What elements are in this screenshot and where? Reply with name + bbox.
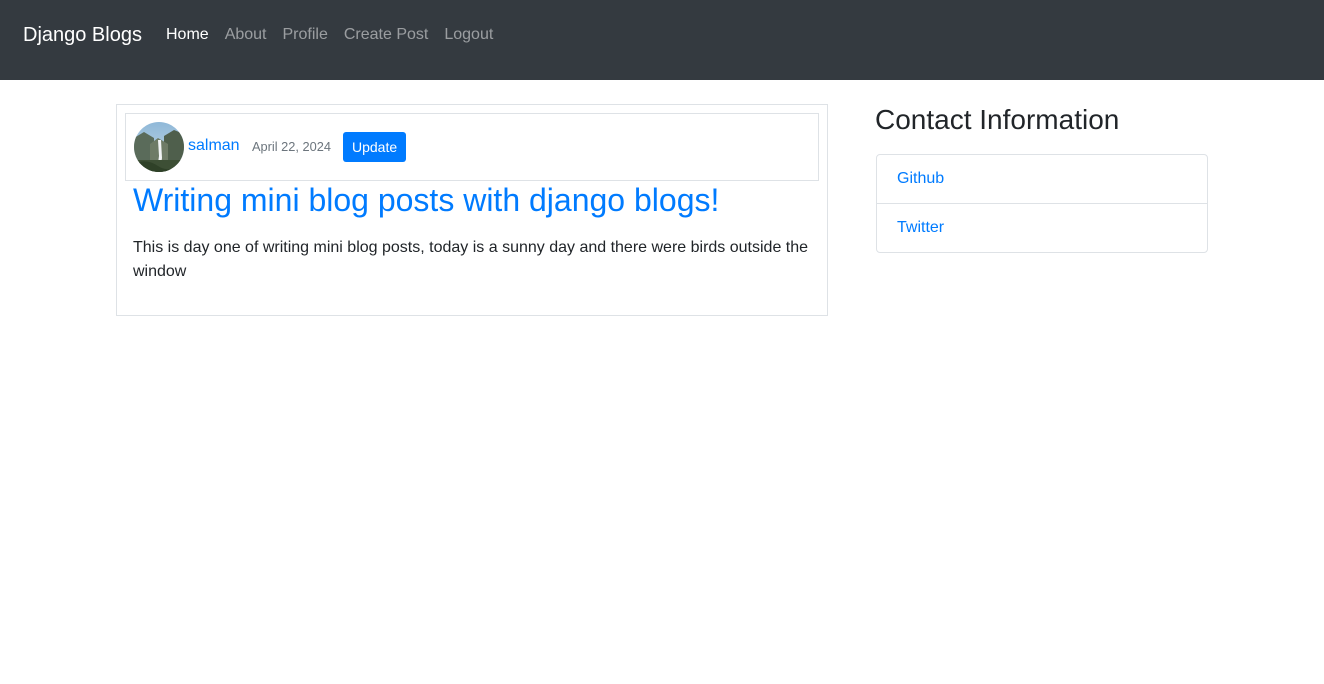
nav-link-about[interactable]: About [217, 26, 275, 44]
brand-link[interactable]: Django Blogs [23, 24, 142, 47]
nav-link-home[interactable]: Home [158, 26, 217, 44]
author-avatar [134, 122, 184, 172]
author-link[interactable]: salman [188, 137, 240, 155]
contact-heading: Contact Information [875, 104, 1120, 135]
post-content: This is day one of writing mini blog pos… [133, 239, 809, 280]
post-title[interactable]: Writing mini blog posts with django blog… [133, 182, 719, 219]
post-date: April 22, 2024 [252, 139, 331, 154]
contact-list: Github Twitter [876, 154, 1208, 253]
update-button[interactable]: Update [343, 132, 407, 162]
contact-link-github[interactable]: Github [877, 155, 1207, 203]
nav-link-profile[interactable]: Profile [275, 26, 336, 44]
nav-link-create-post[interactable]: Create Post [336, 26, 436, 44]
nav-link-logout[interactable]: Logout [436, 26, 501, 44]
contact-link-twitter[interactable]: Twitter [877, 203, 1207, 252]
nav-links: Home About Profile Create Post Logout [158, 26, 501, 44]
top-navbar: Django Blogs Home About Profile Create P… [0, 0, 1324, 80]
post-card: salman April 22, 2024 Update Writing min… [116, 104, 828, 316]
post-meta: salman April 22, 2024 Update [125, 113, 819, 181]
